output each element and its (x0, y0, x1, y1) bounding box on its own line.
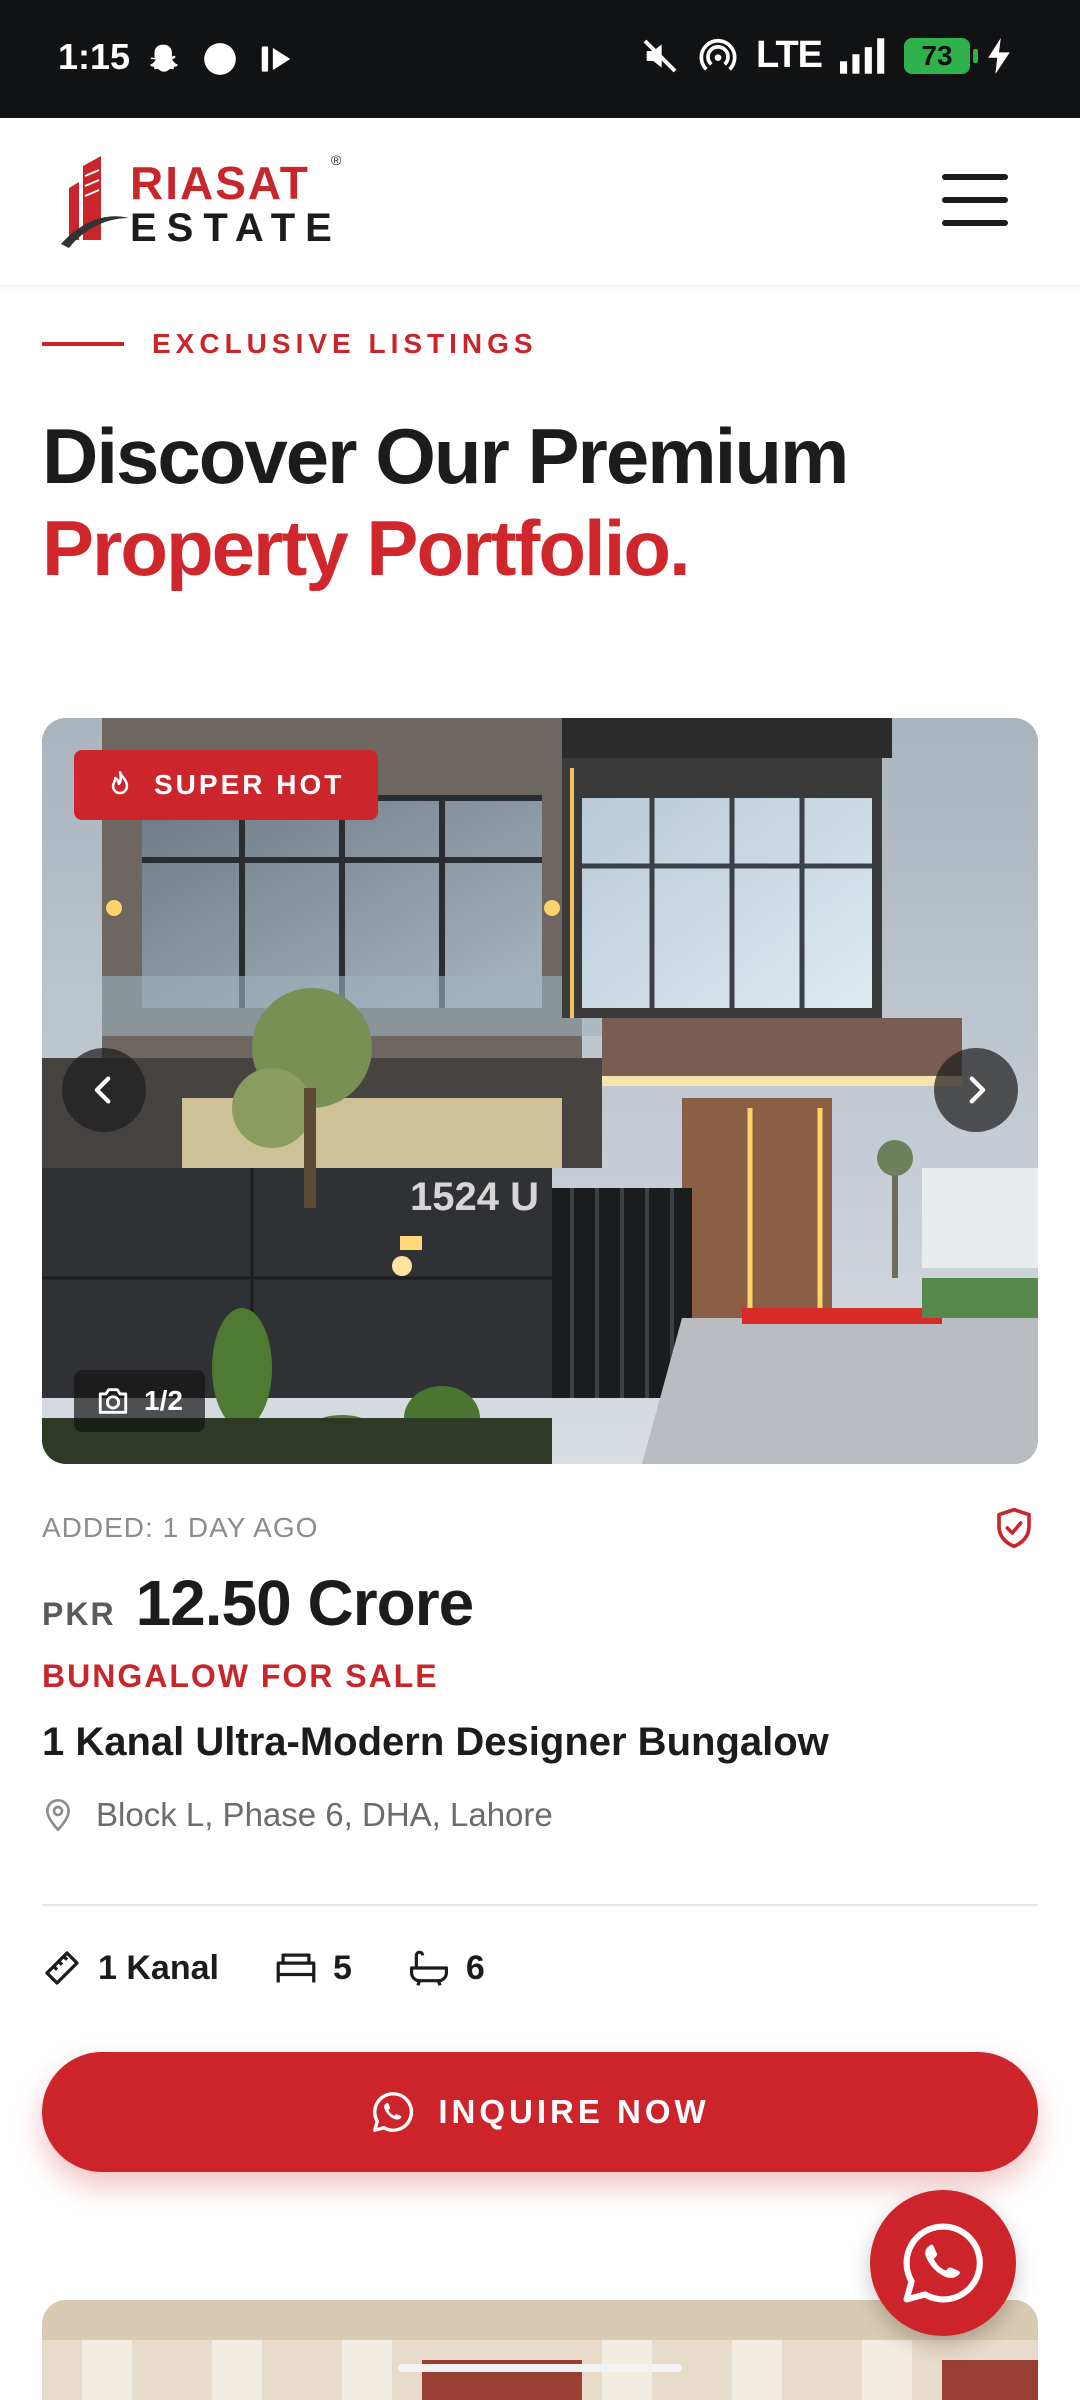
chevron-left-icon (94, 1076, 111, 1104)
property-photo: 1524 U (42, 718, 1038, 1464)
chevron-right-icon (969, 1076, 986, 1104)
logo-text-riasat: RIASAT (130, 157, 310, 209)
circle-icon (204, 43, 236, 75)
price: PKR 12.50 Crore (42, 1566, 475, 1640)
charging-icon (988, 37, 1010, 74)
section-headline: Discover Our Premium Property Portfolio. (42, 410, 849, 594)
headline-line-1: Discover Our Premium (42, 412, 849, 500)
camera-icon (98, 1388, 128, 1414)
section-eyebrow: EXCLUSIVE LISTINGS (42, 328, 538, 360)
feature-baths: 6 (408, 1949, 485, 1988)
property-type: BUNGALOW FOR SALE (42, 1658, 439, 1694)
logo-text-estate: ESTATE (130, 206, 342, 250)
added-date: ADDED: 1 DAY AGO (42, 1512, 319, 1543)
property-location: Block L, Phase 6, DHA, Lahore (42, 1796, 553, 1834)
photo-counter: 1/2 (74, 1370, 205, 1432)
inquire-now-button[interactable]: INQUIRE NOW (42, 2052, 1038, 2172)
carousel-prev-button[interactable] (62, 1048, 146, 1132)
logo-building-icon (61, 156, 129, 248)
status-time: 1:15 (58, 36, 131, 77)
property-features: 1 Kanal 5 6 (42, 1948, 485, 1988)
house-number-plate: 1524 U (410, 1175, 539, 1219)
price-value: 12.50 Crore (135, 1567, 475, 1639)
bed-icon (276, 1953, 316, 1983)
system-indicators: LTE 73 (640, 34, 1010, 77)
carousel-next-button[interactable] (934, 1048, 1018, 1132)
flame-icon (111, 771, 129, 795)
notification-icons (145, 40, 295, 78)
headline-line-2: Property Portfolio. (42, 504, 691, 592)
bath-icon (409, 1950, 448, 1986)
property-title[interactable]: 1 Kanal Ultra-Modern Designer Bungalow (42, 1720, 829, 1765)
home-indicator[interactable] (398, 2364, 682, 2372)
shield-check-icon (997, 1507, 1031, 1549)
feature-area: 1 Kanal (42, 1948, 219, 1988)
super-hot-badge: SUPER HOT (74, 750, 379, 820)
whatsapp-icon (373, 2092, 414, 2132)
play-icon (261, 46, 291, 72)
whatsapp-fab-button[interactable] (870, 2190, 1016, 2336)
feature-beds: 5 (275, 1949, 352, 1988)
price-currency: PKR (42, 1596, 116, 1632)
divider (42, 1904, 1038, 1906)
eyebrow-line (42, 342, 124, 346)
menu-bar (942, 174, 1008, 180)
feature-baths-value: 6 (465, 1948, 485, 1987)
ruler-icon (45, 1951, 79, 1985)
feature-area-value: 1 Kanal (98, 1948, 219, 1987)
menu-bar (942, 220, 1008, 226)
next-property-photo (42, 2300, 1038, 2400)
snapchat-icon (150, 44, 178, 72)
battery-level: 73 (921, 39, 953, 71)
battery-icon: 73 (904, 37, 978, 74)
registered-mark: ® (331, 152, 342, 168)
next-property-image[interactable] (42, 2300, 1038, 2400)
eyebrow-text: EXCLUSIVE LISTINGS (152, 328, 538, 359)
network-type: LTE (756, 34, 823, 76)
signal-icon (840, 37, 885, 74)
inquire-now-label: INQUIRE NOW (438, 2093, 710, 2130)
menu-bar (942, 197, 1008, 203)
riasat-estate-logo[interactable]: RIASAT ESTATE ® (55, 148, 355, 258)
location-pin-icon (45, 1799, 71, 1832)
property-image-carousel[interactable]: 1524 U SUPER HOT 1/2 (42, 718, 1038, 1464)
mute-icon (643, 39, 677, 72)
status-bar: 1:15 LTE 73 (0, 0, 1080, 118)
feature-beds-value: 5 (332, 1948, 352, 1987)
photo-counter-text: 1/2 (144, 1385, 183, 1416)
hotspot-icon (699, 38, 737, 71)
badge-label: SUPER HOT (154, 769, 345, 800)
site-header: RIASAT ESTATE ® (0, 118, 1080, 286)
location-text: Block L, Phase 6, DHA, Lahore (96, 1796, 553, 1833)
whatsapp-icon (903, 2223, 983, 2303)
menu-icon[interactable] (942, 170, 1008, 230)
